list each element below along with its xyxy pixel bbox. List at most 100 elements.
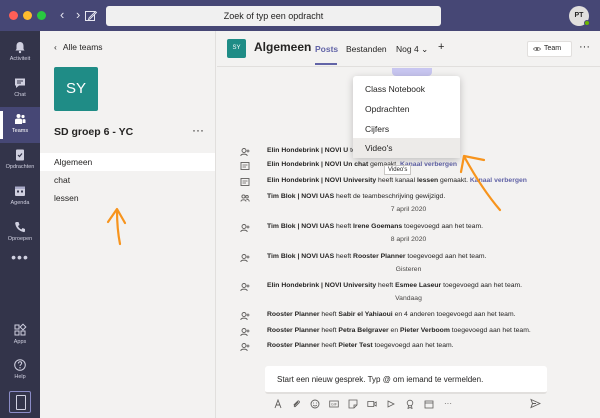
all-teams-label: Alle teams [62, 42, 103, 52]
event-text: toegevoegd aan het team. [405, 253, 487, 260]
help-icon [14, 359, 26, 371]
tab-more[interactable]: Nog 4 ⌄ [396, 44, 428, 55]
more-compose-options-button[interactable]: ··· [441, 399, 455, 409]
team-info-button[interactable]: Team [527, 41, 572, 57]
event-text: heeft [334, 223, 354, 230]
channel-icon [240, 162, 250, 170]
feed-event: Rooster Planner heeft Sabir el Yahiaoui … [217, 309, 600, 323]
menu-item-videos[interactable]: Video's [353, 138, 460, 158]
menu-item-cijfers[interactable]: Cijfers [353, 119, 460, 139]
channel-more-options-button[interactable]: ··· [579, 41, 590, 53]
welcome-banner-image [392, 68, 432, 76]
feed-event: Tim Blok | NOVI UAS heeft Rooster Planne… [217, 251, 600, 265]
team-avatar-small: SY [227, 39, 246, 58]
event-actor: Rooster Planner [267, 311, 320, 318]
event-text: toegevoegd aan het team. [441, 282, 523, 289]
more-apps-icon[interactable]: ••• [0, 249, 40, 265]
calendar-icon [15, 186, 25, 196]
event-text: en [388, 327, 400, 334]
rail-label: Apps [13, 339, 27, 345]
meet-now-icon[interactable] [367, 399, 377, 409]
tab-posts[interactable]: Posts [315, 44, 338, 54]
rail-label: Oproepen [7, 236, 33, 242]
event-actor: Pieter Verboom [400, 327, 450, 334]
channel-header: SY Algemeen Posts Bestanden Nog 4 ⌄ + Te… [217, 31, 600, 67]
channel-icon [240, 178, 250, 186]
event-actor: Sabir el Yahiaoui [338, 311, 393, 318]
team-more-options-button[interactable]: ··· [192, 123, 204, 137]
event-actor: Elin Hondebrink | NOVI University [267, 177, 377, 184]
event-actor: Tim Blok | NOVI UAS [267, 223, 335, 230]
event-actor: Rooster Planner [267, 327, 320, 334]
feed-event-text: Tim Blok | NOVI UAS heeft de teambeschri… [267, 193, 445, 200]
team-panel: ‹ Alle teams SY SD groep 6 - YC ··· Algem… [40, 31, 216, 418]
teams-icon [15, 114, 26, 124]
event-text: heeft [376, 282, 396, 289]
rail-item-teams[interactable]: Teams [0, 107, 40, 143]
schedule-icon[interactable] [424, 399, 434, 409]
back-arrow-icon[interactable]: ‹ [60, 7, 64, 23]
date-separator: Vandaag [395, 295, 422, 302]
all-teams-link[interactable]: ‹ Alle teams [54, 42, 103, 52]
team-button-label: Team [544, 45, 562, 52]
tab-files[interactable]: Bestanden [346, 44, 387, 54]
event-actor: Pieter Test [338, 342, 373, 349]
app-rail: Activiteit Chat Teams Opdrachten Agenda [0, 31, 40, 418]
rail-item-activity[interactable]: Activiteit [0, 35, 40, 71]
presence-available-icon [584, 20, 590, 26]
event-actor: Elin Hondebrink | NOVI University [267, 282, 377, 289]
apps-icon [14, 323, 27, 336]
format-icon[interactable] [273, 399, 283, 409]
add-user-icon [240, 254, 250, 263]
new-conversation-input[interactable]: Start een nieuw gesprek. Typ @ om iemand… [265, 366, 547, 394]
forward-arrow-icon[interactable]: › [76, 7, 80, 23]
feed-event: Rooster Planner heeft Petra Belgraver en… [217, 325, 600, 339]
rail-item-apps[interactable]: Apps [0, 318, 40, 354]
event-actor: Rooster Planner [353, 253, 406, 260]
rail-item-help[interactable]: Help [0, 353, 40, 389]
zoom-window-button[interactable] [37, 11, 46, 20]
minimize-window-button[interactable] [23, 11, 32, 20]
add-user-icon [240, 328, 250, 337]
chat-icon [15, 78, 25, 88]
channel-chat[interactable]: chat [40, 171, 215, 189]
menu-item-class-notebook[interactable]: Class Notebook [353, 79, 460, 99]
rail-item-chat[interactable]: Chat [0, 71, 40, 107]
search-input[interactable]: Zoek of typ een opdracht [106, 6, 441, 26]
event-actor: Elin Hondebrink | NOVI U [267, 147, 349, 154]
close-window-button[interactable] [9, 11, 18, 20]
device-icon[interactable] [9, 391, 31, 413]
rail-item-calendar[interactable]: Agenda [0, 179, 40, 215]
rail-label: Agenda [10, 200, 30, 206]
event-text: heeft [319, 327, 339, 334]
gif-icon[interactable]: GIF [329, 399, 339, 409]
rail-item-assignments[interactable]: Opdrachten [0, 143, 40, 179]
praise-icon[interactable] [405, 399, 415, 409]
event-text: heeft [319, 342, 339, 349]
rail-label: Teams [11, 128, 29, 134]
feed-event: Rooster Planner heeft Pieter Test toegev… [217, 340, 600, 354]
stream-icon[interactable] [386, 399, 396, 409]
new-chat-icon[interactable] [84, 9, 98, 23]
chevron-left-icon: ‹ [54, 42, 57, 52]
add-user-icon [240, 312, 250, 321]
hide-channel-link[interactable]: Kanaal verbergen [470, 177, 527, 184]
event-text: toegevoegd aan het team. [449, 327, 531, 334]
team-edit-icon [240, 194, 250, 202]
attach-icon[interactable] [291, 399, 301, 409]
compose-placeholder: Start een nieuw gesprek. Typ @ om iemand… [277, 375, 484, 384]
sticker-icon[interactable] [348, 399, 358, 409]
emoji-icon[interactable] [310, 399, 320, 409]
chevron-down-icon: ⌄ [421, 44, 429, 54]
event-actor: Rooster Planner [267, 342, 320, 349]
menu-item-opdrachten[interactable]: Opdrachten [353, 99, 460, 119]
rail-label: Chat [14, 92, 26, 98]
add-tab-button[interactable]: + [438, 41, 444, 53]
svg-text:GIF: GIF [331, 403, 338, 407]
rail-item-calls[interactable]: Oproepen [0, 215, 40, 251]
send-icon[interactable] [530, 398, 541, 409]
team-name: SD groep 6 - YC [54, 126, 134, 138]
channel-lessen[interactable]: lessen [40, 189, 215, 207]
bell-icon [15, 42, 25, 54]
channel-algemeen[interactable]: Algemeen [40, 153, 215, 171]
